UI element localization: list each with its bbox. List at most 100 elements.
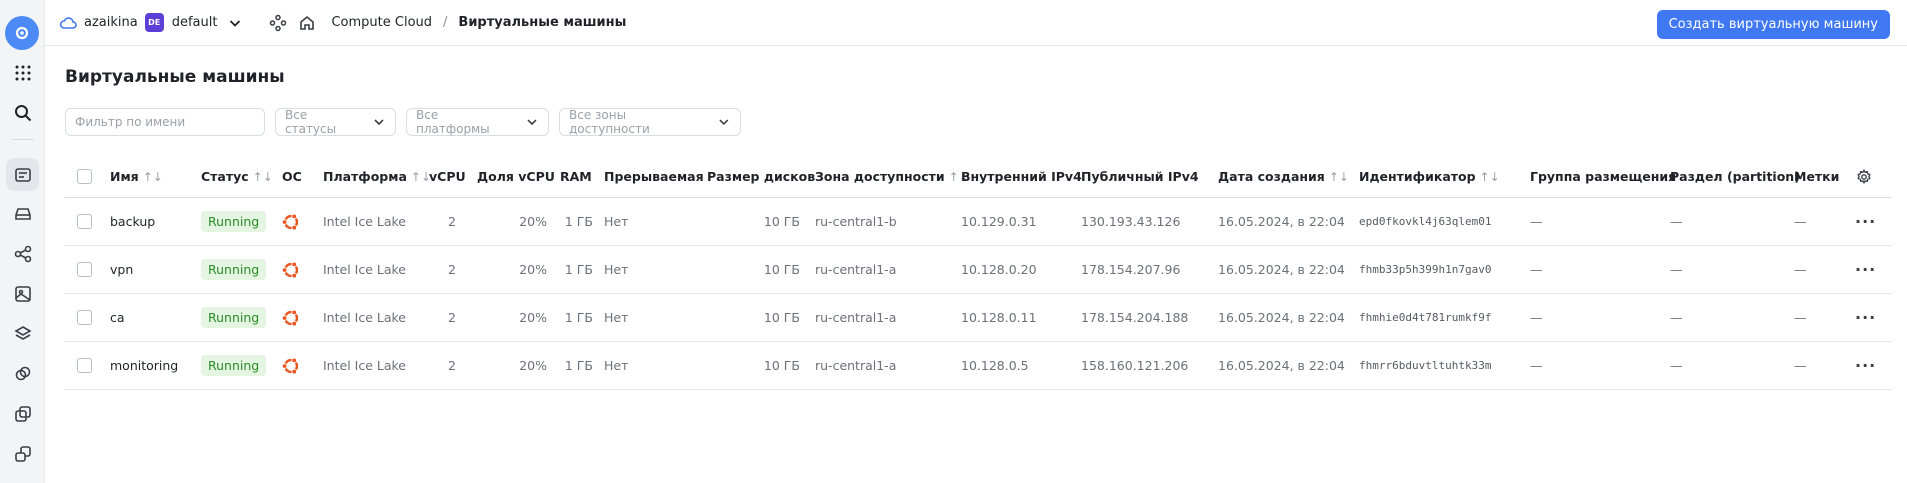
- vm-list-icon[interactable]: [6, 158, 39, 191]
- more-actions-icon[interactable]: ···: [1855, 294, 1876, 341]
- vcpu-cell: 2: [448, 262, 456, 277]
- apps-grid-icon[interactable]: [6, 56, 39, 89]
- internal-ip-cell: 10.128.0.20: [961, 262, 1037, 277]
- cpu-share-cell: 20%: [519, 214, 547, 229]
- column-header-preemptible: Прерываемая: [604, 169, 704, 184]
- column-header-created[interactable]: Дата создания ↑↓: [1218, 156, 1349, 197]
- column-header-cpu-share: Доля vCPU: [477, 169, 555, 184]
- left-rail: [0, 0, 45, 483]
- row-checkbox[interactable]: [77, 342, 92, 389]
- column-header-os: ОС: [282, 169, 302, 184]
- groups-icon[interactable]: [6, 357, 39, 390]
- vm-name[interactable]: vpn: [110, 246, 133, 293]
- name-filter-input[interactable]: [65, 108, 265, 136]
- ram-cell: 1 ГБ: [564, 262, 593, 277]
- column-platform-label: Платформа: [323, 169, 407, 184]
- column-header-labels: Метки: [1794, 169, 1840, 184]
- created-cell: 16.05.2024, в 22:04: [1218, 214, 1345, 229]
- partition-cell: —: [1670, 358, 1683, 373]
- home-icon[interactable]: [298, 14, 316, 32]
- row-checkbox[interactable]: [77, 294, 92, 341]
- labels-cell: —: [1794, 310, 1807, 325]
- row-checkbox[interactable]: [77, 246, 92, 293]
- select-all-checkbox[interactable]: [77, 156, 92, 197]
- created-cell: 16.05.2024, в 22:04: [1218, 262, 1345, 277]
- internal-ip-cell: 10.128.0.11: [961, 310, 1037, 325]
- zone-cell: ru-central1-a: [815, 310, 897, 325]
- snapshot-icon[interactable]: [6, 397, 39, 430]
- status-filter-select[interactable]: Все статусы: [275, 108, 396, 136]
- folder-name[interactable]: default: [172, 15, 218, 30]
- disk-icon[interactable]: [6, 197, 39, 230]
- vm-name[interactable]: ca: [110, 294, 125, 341]
- search-icon[interactable]: [6, 96, 39, 129]
- placement-cell: —: [1530, 358, 1543, 373]
- status-cell: Running: [201, 294, 267, 341]
- platform-filter-value: Все платформы: [416, 108, 490, 136]
- column-header-platform[interactable]: Платформа ↑↓: [323, 156, 431, 197]
- column-id-label: Идентификатор: [1359, 169, 1476, 184]
- table-header: Имя ↑↓ Статус ↑↓ ОС Платформа ↑↓ vCPU Доля …: [65, 156, 1891, 198]
- platform-cell: Intel Ice Lake: [323, 214, 406, 229]
- vm-id-cell[interactable]: fhmhie0d4t781rumkf9f: [1359, 294, 1491, 341]
- zone-filter-select[interactable]: Все зоны доступности: [559, 108, 741, 136]
- vcpu-cell: 2: [448, 214, 456, 229]
- ubuntu-icon: [280, 342, 302, 389]
- disk-size-cell: 10 ГБ: [763, 310, 800, 325]
- table-row[interactable]: ca Running Intel Ice Lake 2 20% 1 ГБ Нет…: [65, 294, 1891, 342]
- status-cell: Running: [201, 198, 267, 245]
- created-cell: 16.05.2024, в 22:04: [1218, 310, 1345, 325]
- breadcrumb-current: Виртуальные машины: [458, 15, 627, 30]
- platform-cell: Intel Ice Lake: [323, 262, 406, 277]
- column-header-zone[interactable]: Зона доступности ↑↓: [815, 156, 969, 197]
- table-row[interactable]: vpn Running Intel Ice Lake 2 20% 1 ГБ Не…: [65, 246, 1891, 294]
- placement-cell: —: [1530, 310, 1543, 325]
- status-cell: Running: [201, 342, 267, 389]
- more-actions-icon[interactable]: ···: [1855, 246, 1876, 293]
- image-icon[interactable]: [6, 277, 39, 310]
- cpu-share-cell: 20%: [519, 310, 547, 325]
- cloud-logo-icon[interactable]: [5, 16, 39, 50]
- vm-id-cell[interactable]: epd0fkovkl4j63qlem01: [1359, 198, 1491, 245]
- cloud-name[interactable]: azaikina: [84, 15, 138, 30]
- instances-icon[interactable]: [6, 437, 39, 470]
- zone-cell: ru-central1-a: [815, 358, 897, 373]
- column-header-id[interactable]: Идентификатор ↑↓: [1359, 156, 1500, 197]
- column-header-disk-size: Размер дисков: [707, 169, 816, 184]
- vm-id-cell[interactable]: fhmrr6bduvtltuhtk33m: [1359, 342, 1491, 389]
- disk-size-cell: 10 ГБ: [763, 358, 800, 373]
- vm-name[interactable]: backup: [110, 198, 155, 245]
- created-cell: 16.05.2024, в 22:04: [1218, 358, 1345, 373]
- partition-cell: —: [1670, 310, 1683, 325]
- preemptible-cell: Нет: [604, 214, 629, 229]
- layers-icon[interactable]: [6, 317, 39, 350]
- table-row[interactable]: backup Running Intel Ice Lake 2 20% 1 ГБ…: [65, 198, 1891, 246]
- chevron-down-icon[interactable]: [227, 15, 243, 31]
- internal-ip-cell: 10.128.0.5: [961, 358, 1029, 373]
- column-settings-icon[interactable]: [1856, 156, 1872, 197]
- services-icon[interactable]: [269, 14, 287, 32]
- network-icon[interactable]: [6, 237, 39, 270]
- create-vm-button[interactable]: Создать виртуальную машину: [1656, 10, 1890, 39]
- column-header-status[interactable]: Статус ↑↓: [201, 156, 273, 197]
- disk-size-cell: 10 ГБ: [763, 214, 800, 229]
- breadcrumb-service[interactable]: Compute Cloud: [331, 15, 432, 30]
- partition-cell: —: [1670, 214, 1683, 229]
- column-header-internal-ip: Внутренний IPv4: [961, 169, 1082, 184]
- public-ip-cell: 178.154.207.96: [1081, 262, 1181, 277]
- platform-filter-select[interactable]: Все платформы: [406, 108, 549, 136]
- column-zone-label: Зона доступности: [815, 169, 945, 184]
- vm-name[interactable]: monitoring: [110, 342, 178, 389]
- preemptible-cell: Нет: [604, 358, 629, 373]
- partition-cell: —: [1670, 262, 1683, 277]
- column-header-name[interactable]: Имя ↑↓: [110, 156, 163, 197]
- platform-cell: Intel Ice Lake: [323, 358, 406, 373]
- more-actions-icon[interactable]: ···: [1855, 342, 1876, 389]
- more-actions-icon[interactable]: ···: [1855, 198, 1876, 245]
- table-row[interactable]: monitoring Running Intel Ice Lake 2 20% …: [65, 342, 1891, 390]
- sort-icon: ↑↓: [410, 169, 431, 184]
- placement-cell: —: [1530, 262, 1543, 277]
- status-cell: Running: [201, 246, 267, 293]
- row-checkbox[interactable]: [77, 198, 92, 245]
- vm-id-cell[interactable]: fhmb33p5h399h1n7gav0: [1359, 246, 1491, 293]
